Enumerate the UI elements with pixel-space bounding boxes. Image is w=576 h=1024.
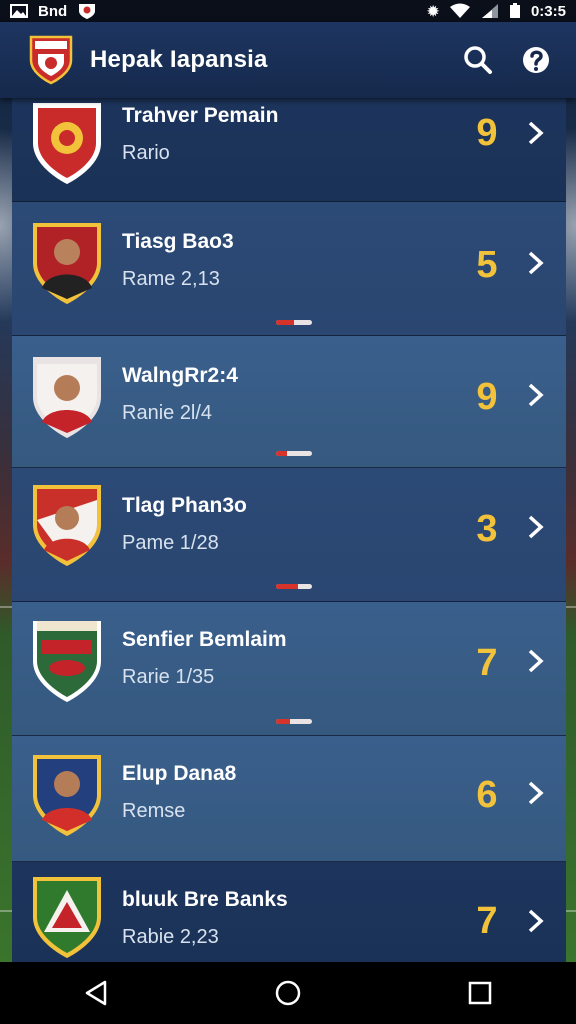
- player-info: bluuk Bre Banks Rabie 2,23: [122, 888, 288, 949]
- player-rating: 7: [476, 642, 498, 684]
- progress-indicator: [276, 719, 312, 724]
- progress-fill: [276, 320, 294, 325]
- list-item-player-5[interactable]: Elup Dana8 Remse 6: [12, 736, 566, 862]
- recents-button[interactable]: [460, 973, 500, 1013]
- status-time: 0:3:5: [530, 2, 566, 20]
- player-subtitle: Rabie 2,23: [122, 926, 219, 948]
- chevron-right-icon: [528, 515, 544, 539]
- player-avatar: [33, 485, 101, 566]
- player-rating: 3: [476, 508, 498, 550]
- status-bar: Bnd ✹ 0:3:5: [0, 0, 576, 22]
- player-info: Trahver Pemain Rario: [122, 104, 278, 165]
- club-crest-icon: [33, 103, 101, 184]
- signal-icon: [481, 4, 498, 18]
- wifi-icon: [449, 3, 470, 18]
- player-info: WalngRr2:4 Ranie 2l/4: [122, 364, 238, 425]
- battery-icon: [509, 3, 520, 18]
- progress-indicator: [276, 320, 312, 325]
- help-button[interactable]: [514, 38, 558, 82]
- club-crest-icon: [33, 877, 101, 958]
- app-bar: Hepak Iapansia: [0, 22, 576, 98]
- player-name: Elup Dana8: [122, 762, 237, 785]
- player-avatar: [33, 357, 101, 438]
- home-button[interactable]: [268, 973, 308, 1013]
- progress-indicator: [276, 451, 312, 456]
- club-crest-logo: [29, 35, 73, 85]
- player-subtitle: Rario: [122, 142, 170, 164]
- help-icon: [523, 47, 549, 73]
- list-item-player-4[interactable]: Senfier Bemlaim Rarie 1/35 7: [12, 602, 566, 736]
- player-rating: 6: [476, 774, 498, 816]
- player-name: Senfier Bemlaim: [122, 628, 287, 651]
- player-subtitle: Remse: [122, 800, 186, 822]
- player-name: Trahver Pemain: [122, 104, 279, 127]
- player-rating: 9: [476, 376, 498, 418]
- player-info: Elup Dana8 Remse: [122, 762, 236, 823]
- player-subtitle: Rame 2,13: [122, 268, 220, 290]
- progress-fill: [276, 451, 287, 456]
- app-title: Hepak Iapansia: [90, 46, 268, 73]
- player-subtitle: Pame 1/28: [122, 532, 219, 554]
- chevron-right-icon: [528, 909, 544, 933]
- player-rating: 7: [476, 900, 498, 942]
- back-icon: [85, 980, 107, 1006]
- chevron-right-icon: [528, 383, 544, 407]
- progress-indicator: [276, 584, 312, 589]
- back-button[interactable]: [76, 973, 116, 1013]
- player-info: Tlag Phan3o Pame 1/28: [122, 494, 247, 555]
- player-name: WalngRr2:4: [122, 364, 238, 387]
- home-icon: [275, 980, 301, 1006]
- chevron-right-icon: [528, 251, 544, 275]
- chevron-right-icon: [528, 781, 544, 805]
- list-item-player-2[interactable]: WalngRr2:4 Ranie 2l/4 9: [12, 336, 566, 468]
- player-avatar: [33, 223, 101, 304]
- player-subtitle: Ranie 2l/4: [122, 402, 213, 424]
- list-item-player-0[interactable]: Trahver Pemain Rario 9: [12, 98, 566, 202]
- carrier-text: Bnd: [38, 2, 68, 20]
- settings-icon: ✹: [427, 2, 439, 19]
- player-subtitle: Rarie 1/35: [122, 666, 215, 688]
- navigation-bar: [0, 962, 576, 1024]
- player-avatar: [33, 755, 101, 836]
- app-badge-icon: [79, 4, 96, 19]
- player-list: Trahver Pemain Rario 9 Tiasg Bao3 Rame 2…: [12, 98, 566, 962]
- image-icon: [10, 4, 28, 18]
- recents-icon: [468, 981, 492, 1005]
- player-rating: 9: [476, 112, 498, 154]
- list-item-player-1[interactable]: Tiasg Bao3 Rame 2,13 5: [12, 202, 566, 336]
- player-name: Tlag Phan3o: [122, 494, 247, 517]
- player-info: Tiasg Bao3 Rame 2,13: [122, 230, 234, 291]
- search-icon: [464, 46, 492, 74]
- player-rating: 5: [476, 244, 498, 286]
- club-crest-icon: [33, 621, 101, 702]
- player-name: Tiasg Bao3: [122, 230, 234, 253]
- progress-fill: [276, 719, 291, 724]
- chevron-right-icon: [528, 121, 544, 145]
- list-item-player-6[interactable]: bluuk Bre Banks Rabie 2,23 7: [12, 862, 566, 962]
- player-name: bluuk Bre Banks: [122, 888, 288, 911]
- progress-fill: [276, 584, 298, 589]
- list-item-player-3[interactable]: Tlag Phan3o Pame 1/28 3: [12, 468, 566, 602]
- search-button[interactable]: [456, 38, 500, 82]
- player-info: Senfier Bemlaim Rarie 1/35: [122, 628, 287, 689]
- chevron-right-icon: [528, 649, 544, 673]
